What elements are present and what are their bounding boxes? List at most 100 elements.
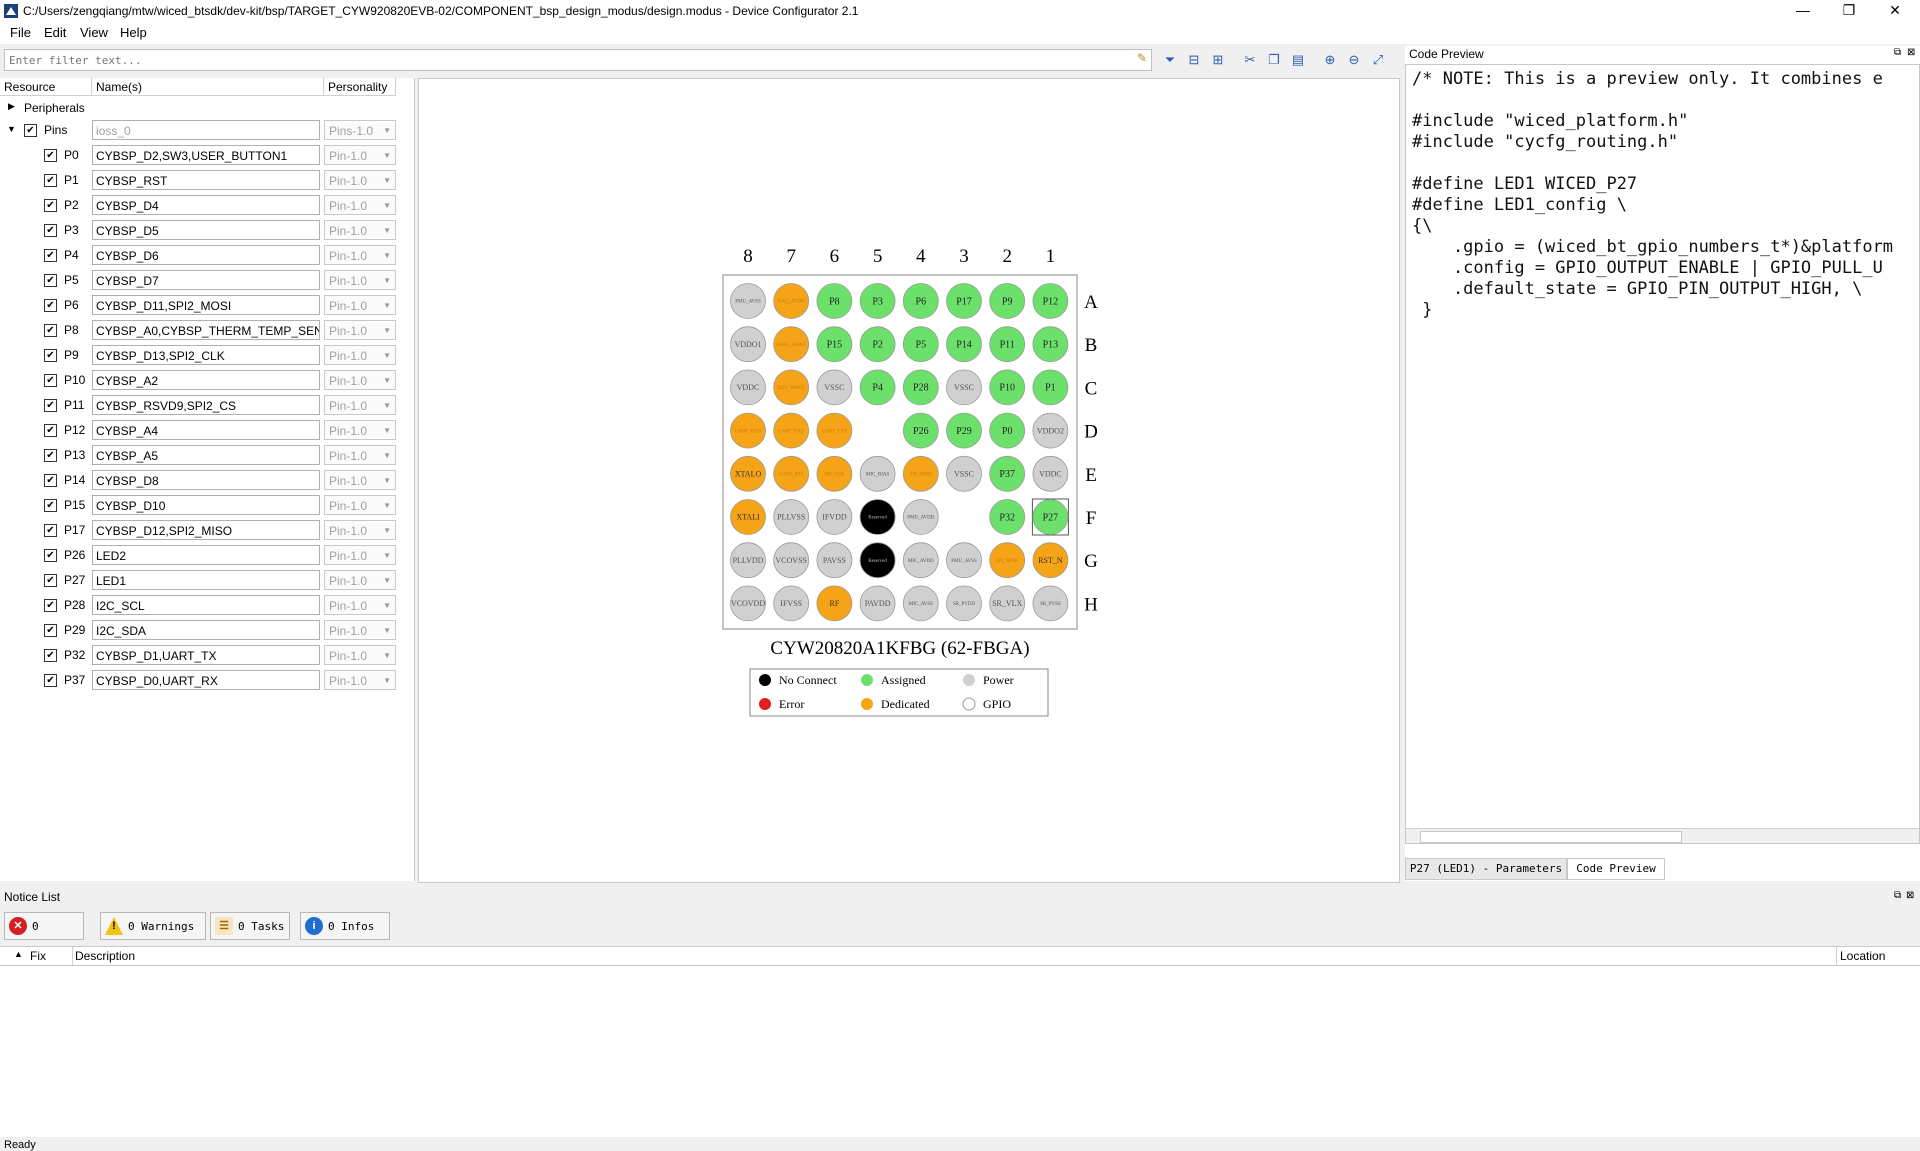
pins-name-field[interactable]: ioss_0 (92, 120, 320, 140)
tree-row-pin[interactable]: ✔ P17 CYBSP_D12,SPI2_MISO Pin-1.0 ▼ (0, 518, 414, 543)
tree-row-pin[interactable]: ✔ P29 I2C_SDA Pin-1.0 ▼ (0, 618, 414, 643)
panel-close-icon[interactable]: ⊠ (1907, 47, 1915, 58)
tree-row-pin[interactable]: ✔ P1 CYBSP_RST Pin-1.0 ▼ (0, 168, 414, 193)
cut-icon[interactable]: ✂ (1242, 52, 1258, 68)
tree-row-pin[interactable]: ✔ P8 CYBSP_A0,CYBSP_THERM_TEMP_SENSE Pin-1.… (0, 318, 414, 343)
pin-personality-select[interactable]: Pin-1.0 ▼ (324, 645, 396, 665)
pin-checkbox[interactable]: ✔ (44, 549, 57, 562)
menu-help[interactable]: Help (120, 25, 147, 40)
pin-checkbox[interactable]: ✔ (44, 249, 57, 262)
filter-icon[interactable]: ⏷ (1162, 52, 1178, 68)
pin-personality-select[interactable]: Pin-1.0 ▼ (324, 595, 396, 615)
tree-row-pin[interactable]: ✔ P14 CYBSP_D8 Pin-1.0 ▼ (0, 468, 414, 493)
pin-checkbox[interactable]: ✔ (44, 649, 57, 662)
pin-checkbox[interactable]: ✔ (44, 424, 57, 437)
pin-personality-select[interactable]: Pin-1.0 ▼ (324, 445, 396, 465)
pins-personality-select[interactable]: Pins-1.0 ▼ (324, 120, 396, 140)
pin-checkbox[interactable]: ✔ (44, 499, 57, 512)
warnings-button[interactable]: ! 0 Warnings (100, 912, 206, 940)
pin-personality-select[interactable]: Pin-1.0 ▼ (324, 195, 396, 215)
pin-personality-select[interactable]: Pin-1.0 ▼ (324, 545, 396, 565)
pin-name-field[interactable]: CYBSP_A5 (92, 445, 320, 465)
tree-row-pin[interactable]: ✔ P12 CYBSP_A4 Pin-1.0 ▼ (0, 418, 414, 443)
tree-row-pin[interactable]: ✔ P3 CYBSP_D5 Pin-1.0 ▼ (0, 218, 414, 243)
horizontal-scrollbar[interactable] (1406, 828, 1919, 843)
column-fix[interactable]: Fix (30, 949, 46, 963)
zoom-fit-icon[interactable]: ⤢ (1370, 52, 1386, 68)
pin-checkbox[interactable]: ✔ (44, 299, 57, 312)
zoom-in-icon[interactable]: ⊕ (1322, 52, 1338, 68)
pin-personality-select[interactable]: Pin-1.0 ▼ (324, 345, 396, 365)
pin-checkbox[interactable]: ✔ (44, 674, 57, 687)
pin-personality-select[interactable]: Pin-1.0 ▼ (324, 470, 396, 490)
pin-name-field[interactable]: CYBSP_D13,SPI2_CLK (92, 345, 320, 365)
pin-checkbox[interactable]: ✔ (44, 374, 57, 387)
paste-icon[interactable]: ▤ (1290, 52, 1306, 68)
pin-checkbox[interactable]: ✔ (44, 524, 57, 537)
collapse-all-icon[interactable]: ⊟ (1186, 52, 1202, 68)
pin-checkbox[interactable]: ✔ (44, 574, 57, 587)
tree-row-pin[interactable]: ✔ P11 CYBSP_RSVD9,SPI2_CS Pin-1.0 ▼ (0, 393, 414, 418)
pin-checkbox[interactable]: ✔ (44, 324, 57, 337)
tree-row-pin[interactable]: ✔ P0 CYBSP_D2,SW3,USER_BUTTON1 Pin-1.0 ▼ (0, 143, 414, 168)
pin-personality-select[interactable]: Pin-1.0 ▼ (324, 620, 396, 640)
pin-personality-select[interactable]: Pin-1.0 ▼ (324, 220, 396, 240)
pin-personality-select[interactable]: Pin-1.0 ▼ (324, 370, 396, 390)
tree-row-pin[interactable]: ✔ P28 I2C_SCL Pin-1.0 ▼ (0, 593, 414, 618)
copy-icon[interactable]: ❐ (1266, 52, 1282, 68)
tree-item-peripherals[interactable]: ▶ Peripherals (0, 98, 414, 118)
expand-arrow-icon[interactable]: ▶ (8, 101, 15, 112)
panel-float-icon[interactable]: ⧉ (1894, 47, 1901, 58)
tree-row-pin[interactable]: ✔ P6 CYBSP_D11,SPI2_MOSI Pin-1.0 ▼ (0, 293, 414, 318)
pin-name-field[interactable]: CYBSP_RST (92, 170, 320, 190)
tree-row-pin[interactable]: ✔ P15 CYBSP_D10 Pin-1.0 ▼ (0, 493, 414, 518)
tree-row-pin[interactable]: ✔ P5 CYBSP_D7 Pin-1.0 ▼ (0, 268, 414, 293)
pin-name-field[interactable]: CYBSP_D8 (92, 470, 320, 490)
tab-parameters[interactable]: P27 (LED1) - Parameters (1405, 858, 1567, 880)
menu-view[interactable]: View (80, 25, 108, 40)
pin-name-field[interactable]: CYBSP_D10 (92, 495, 320, 515)
column-resource[interactable]: Resource (0, 78, 92, 96)
column-description[interactable]: Description (75, 949, 135, 963)
pins-checkbox[interactable]: ✔ (24, 124, 37, 137)
pin-name-field[interactable]: CYBSP_D5 (92, 220, 320, 240)
expand-all-icon[interactable]: ⊞ (1210, 52, 1226, 68)
code-editor[interactable]: /* NOTE: This is a preview only. It comb… (1405, 64, 1920, 844)
column-personality[interactable]: Personality (324, 78, 396, 96)
pin-name-field[interactable]: CYBSP_D1,UART_TX (92, 645, 320, 665)
pin-name-field[interactable]: CYBSP_A0,CYBSP_THERM_TEMP_SENSE (92, 320, 320, 340)
tasks-button[interactable]: ☰ 0 Tasks (210, 912, 290, 940)
scrollbar-thumb[interactable] (1420, 831, 1682, 843)
pin-personality-select[interactable]: Pin-1.0 ▼ (324, 420, 396, 440)
tree-row-pin[interactable]: ✔ P4 CYBSP_D6 Pin-1.0 ▼ (0, 243, 414, 268)
restore-button[interactable]: ❐ (1826, 0, 1872, 22)
pin-checkbox[interactable]: ✔ (44, 224, 57, 237)
pin-checkbox[interactable]: ✔ (44, 199, 57, 212)
pin-personality-select[interactable]: Pin-1.0 ▼ (324, 245, 396, 265)
pin-name-field[interactable]: CYBSP_A4 (92, 420, 320, 440)
pin-name-field[interactable]: I2C_SCL (92, 595, 320, 615)
notice-close-icon[interactable]: ⊠ (1906, 890, 1914, 901)
tree-row-pin[interactable]: ✔ P27 LED1 Pin-1.0 ▼ (0, 568, 414, 593)
infos-button[interactable]: i 0 Infos (300, 912, 390, 940)
pin-personality-select[interactable]: Pin-1.0 ▼ (324, 270, 396, 290)
pin-personality-select[interactable]: Pin-1.0 ▼ (324, 295, 396, 315)
collapse-arrow-icon[interactable]: ▼ (7, 124, 16, 134)
pin-personality-select[interactable]: Pin-1.0 ▼ (324, 520, 396, 540)
pin-personality-select[interactable]: Pin-1.0 ▼ (324, 495, 396, 515)
pin-name-field[interactable]: LED2 (92, 545, 320, 565)
pin-personality-select[interactable]: Pin-1.0 ▼ (324, 320, 396, 340)
filter-input[interactable] (7, 51, 1131, 69)
tab-code-preview[interactable]: Code Preview (1567, 858, 1665, 880)
pin-checkbox[interactable]: ✔ (44, 274, 57, 287)
tree-row-pin[interactable]: ✔ P32 CYBSP_D1,UART_TX Pin-1.0 ▼ (0, 643, 414, 668)
pin-name-field[interactable]: CYBSP_D6 (92, 245, 320, 265)
pin-name-field[interactable]: CYBSP_D2,SW3,USER_BUTTON1 (92, 145, 320, 165)
pin-personality-select[interactable]: Pin-1.0 ▼ (324, 670, 396, 690)
pin-name-field[interactable]: CYBSP_D12,SPI2_MISO (92, 520, 320, 540)
pin-name-field[interactable]: CYBSP_D11,SPI2_MOSI (92, 295, 320, 315)
pin-checkbox[interactable]: ✔ (44, 174, 57, 187)
pin-checkbox[interactable]: ✔ (44, 624, 57, 637)
sort-up-icon[interactable]: ▲ (14, 949, 23, 959)
zoom-out-icon[interactable]: ⊖ (1346, 52, 1362, 68)
